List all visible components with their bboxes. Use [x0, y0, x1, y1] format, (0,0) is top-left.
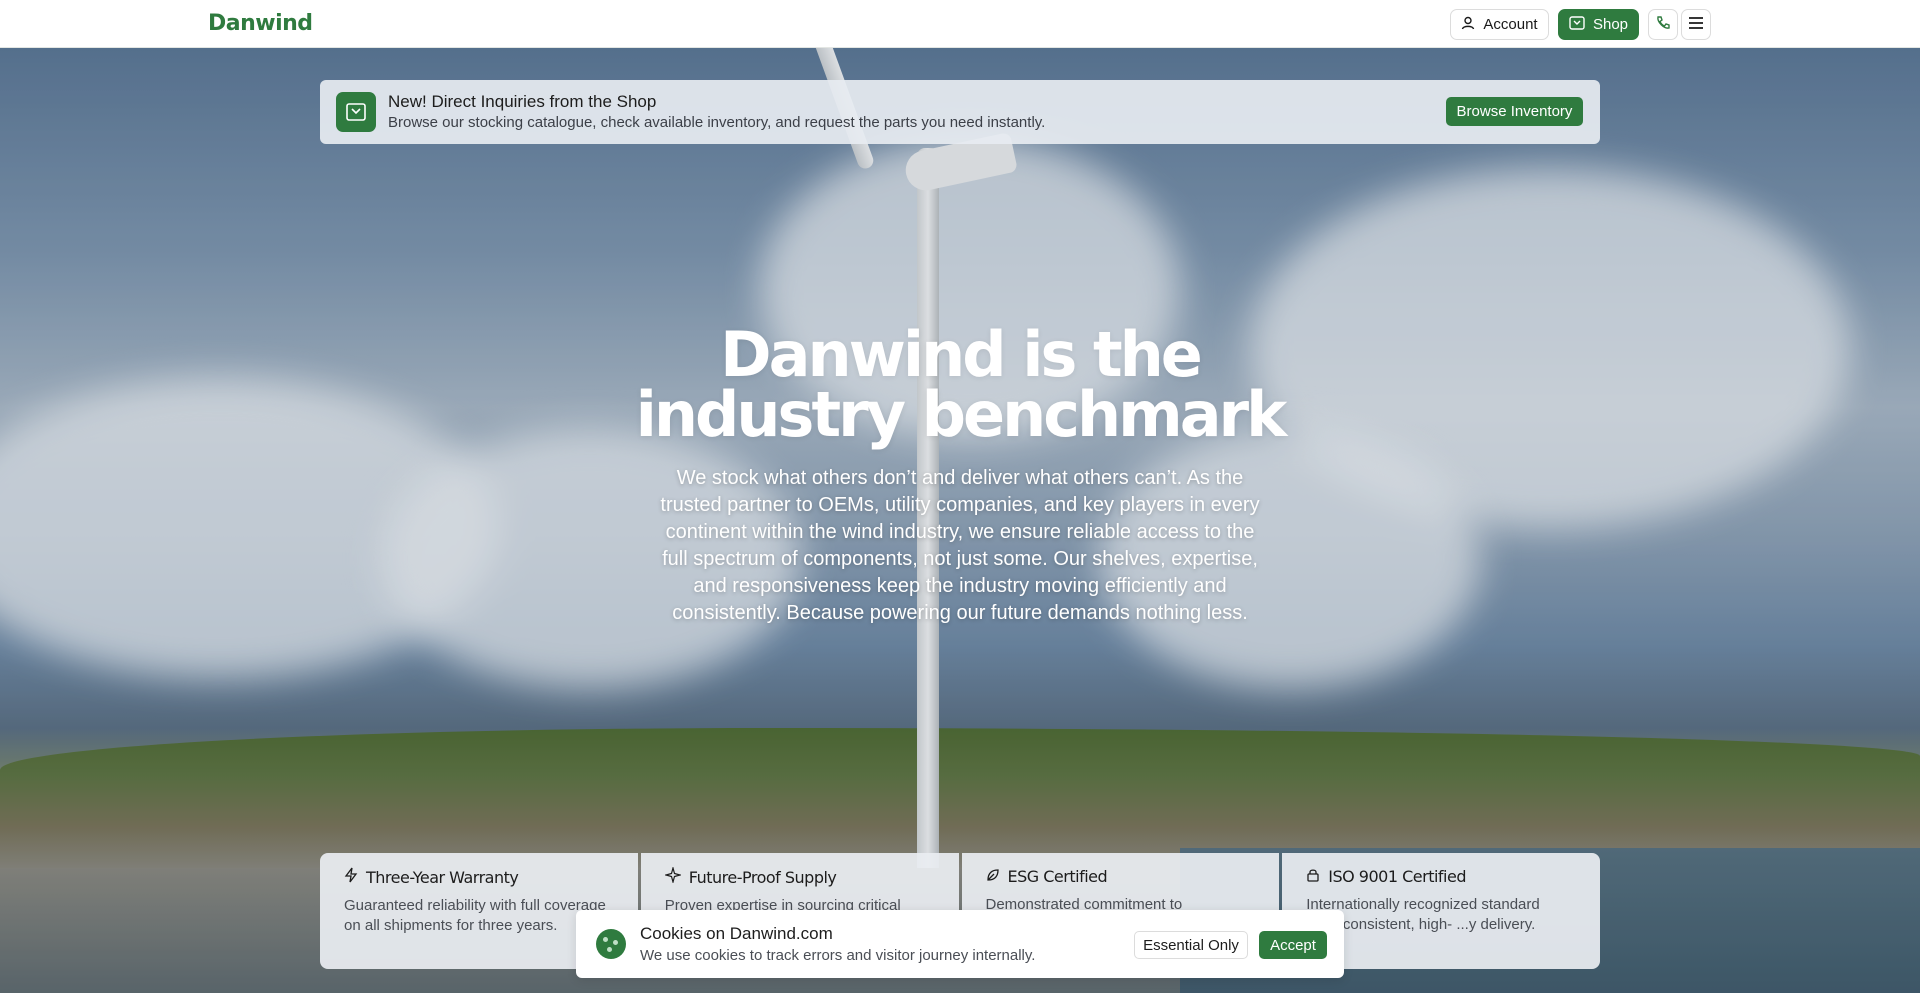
- user-icon: [1461, 16, 1475, 34]
- cookie-icon: [596, 929, 626, 959]
- feature-text: Internationally recognized standard ...i…: [1306, 896, 1540, 933]
- menu-button[interactable]: [1681, 9, 1711, 40]
- shop-icon: [336, 92, 376, 132]
- banner-title: New! Direct Inquiries from the Shop: [388, 92, 657, 111]
- hero-title-line-2: industry benchmark: [635, 378, 1288, 451]
- hero-description: We stock what others don’t and deliver w…: [660, 467, 1260, 624]
- feature-text: Guaranteed reliability with full coverag…: [344, 897, 606, 934]
- leaf-icon: [986, 867, 1000, 886]
- cookie-description: We use cookies to track errors and visit…: [640, 947, 1036, 964]
- feature-title: ESG Certified: [1007, 867, 1108, 886]
- sparkle-icon: [663, 865, 683, 887]
- account-label: Account: [1483, 16, 1538, 33]
- account-button[interactable]: Account: [1450, 9, 1549, 40]
- feature-title: ISO 9001 Certified: [1328, 867, 1466, 886]
- logo[interactable]: Danwind: [208, 11, 313, 36]
- cookie-banner: Cookies on Danwind.com We use cookies to…: [576, 910, 1344, 978]
- feature-title: Future-Proof Supply: [688, 867, 837, 887]
- cookie-title: Cookies on Danwind.com: [640, 924, 833, 943]
- feature-title: Three-Year Warranty: [366, 867, 519, 887]
- cart-icon: [1569, 15, 1585, 34]
- menu-icon: [1688, 16, 1704, 34]
- hero-title: Danwind is the industry benchmark: [560, 324, 1360, 446]
- bolt-icon: [344, 867, 358, 887]
- banner-subtitle: Browse our stocking catalogue, check ava…: [388, 114, 1046, 131]
- browse-inventory-button[interactable]: Browse Inventory: [1446, 97, 1583, 126]
- essential-only-button[interactable]: Essential Only: [1134, 931, 1248, 959]
- announcement-banner: New! Direct Inquiries from the Shop Brow…: [320, 80, 1600, 144]
- shop-button[interactable]: Shop: [1558, 9, 1639, 40]
- phone-icon: [1655, 15, 1671, 35]
- lock-icon: [1306, 867, 1320, 886]
- phone-button[interactable]: [1648, 9, 1678, 40]
- shop-label: Shop: [1592, 16, 1629, 33]
- accept-cookies-button[interactable]: Accept: [1259, 931, 1327, 959]
- top-navigation: Danwind Account Shop: [0, 0, 1920, 48]
